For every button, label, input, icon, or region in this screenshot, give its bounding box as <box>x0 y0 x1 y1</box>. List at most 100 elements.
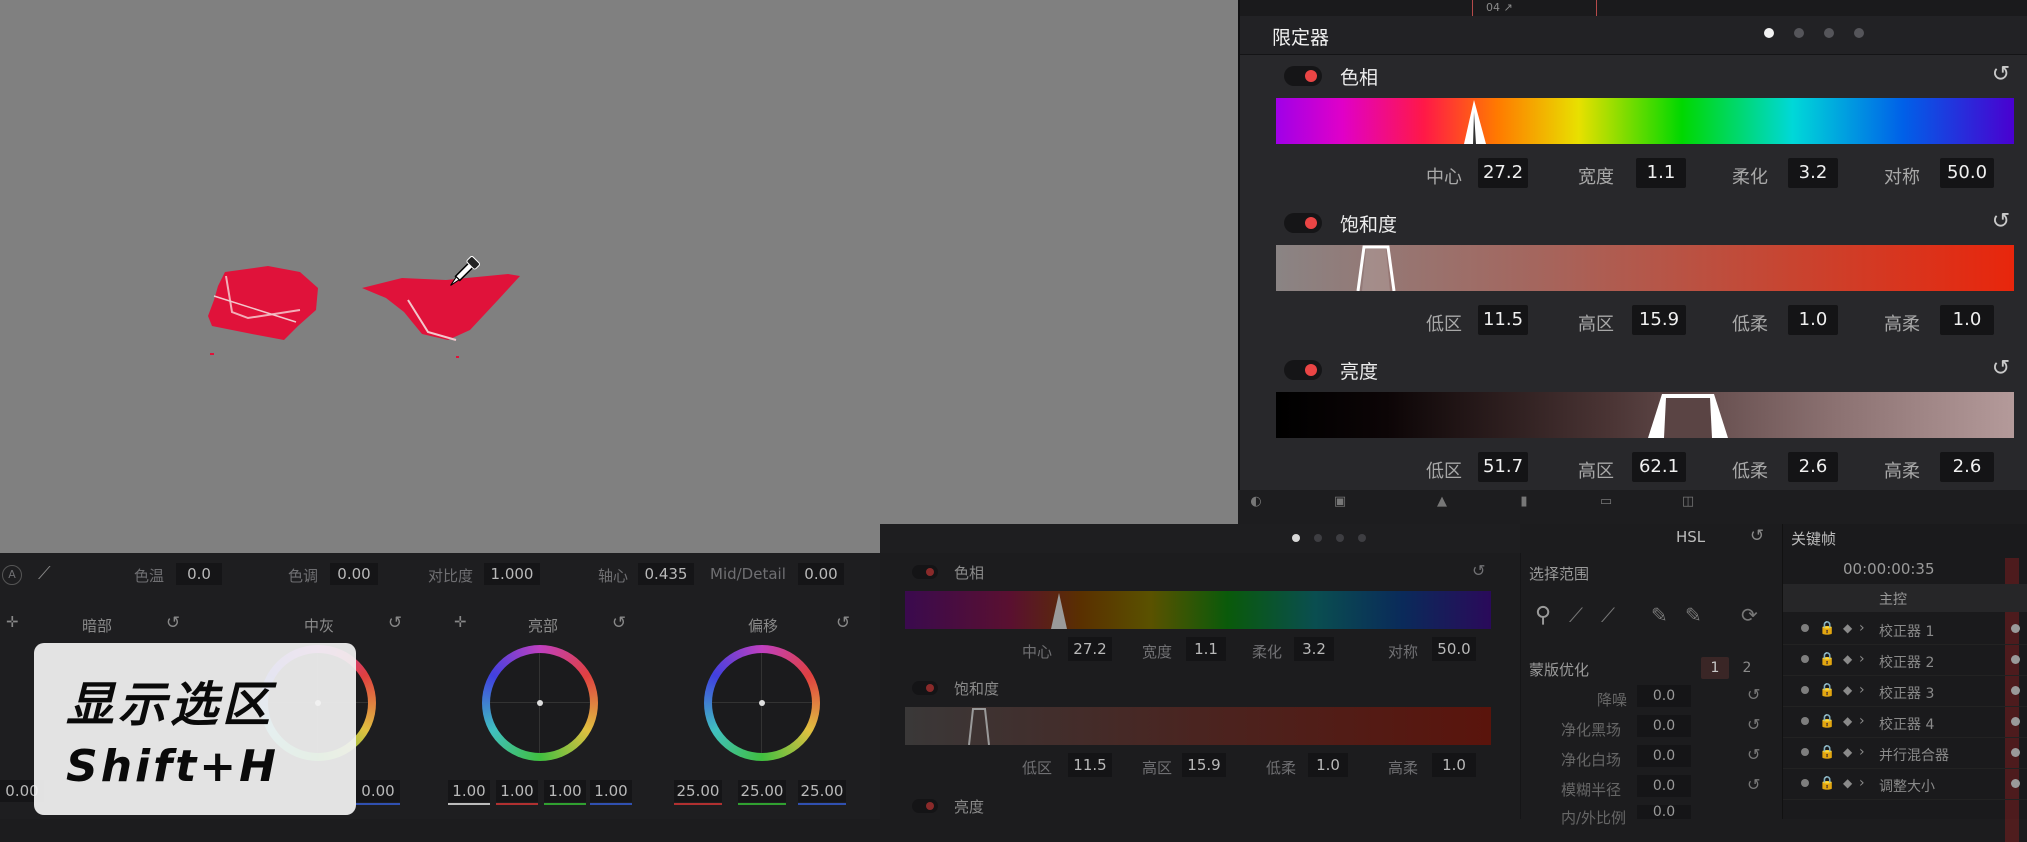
palette-tab-icon-5[interactable]: ▭ <box>1588 494 1624 518</box>
sat-high-input[interactable]: 15.9 <box>1632 305 1686 335</box>
midtones-value-b[interactable]: 0.00 <box>356 780 400 802</box>
sat-highsoft-input[interactable]: 1.0 <box>1940 305 1994 335</box>
lum-lowsoft-input[interactable]: 2.6 <box>1788 452 1838 482</box>
keyframe-track-4[interactable]: 🔒 ◆ › 校正器 4 <box>1783 709 2027 738</box>
highlights-wheel[interactable] <box>482 645 598 761</box>
clean-white-input[interactable]: 0.0 <box>1637 745 1691 767</box>
offset-value-b[interactable]: 25.00 <box>798 780 846 802</box>
hue-soft-input[interactable]: 3.2 <box>1788 158 1838 188</box>
page-dot-1[interactable] <box>1764 28 1774 38</box>
hue-toggle[interactable] <box>1284 66 1322 86</box>
offset-reset-icon[interactable]: ↺ <box>836 613 850 633</box>
saturation-bar[interactable] <box>1276 245 2014 291</box>
hsl-sat-low-input[interactable]: 11.5 <box>1068 753 1112 777</box>
soften-plus-icon[interactable]: ✎ <box>1685 603 1702 627</box>
hsl-hue-bar[interactable] <box>905 591 1491 629</box>
lum-highsoft-input[interactable]: 2.6 <box>1940 452 1994 482</box>
keyframe-track-5[interactable]: 🔒 ◆ › 并行混合器 <box>1783 740 2027 769</box>
lock-icon[interactable]: 🔒 <box>1819 745 1835 760</box>
picker-minus-icon[interactable]: ⟋ <box>1569 603 1583 627</box>
page-dot-3[interactable] <box>1824 28 1834 38</box>
palette-tab-icon-2[interactable]: ▣ <box>1322 494 1358 518</box>
hsl-hue-center-input[interactable]: 27.2 <box>1068 637 1112 661</box>
luminance-bar[interactable] <box>1276 392 2014 438</box>
hsl-lum-toggle[interactable] <box>912 799 938 813</box>
palette-tab-icon-4[interactable]: ▮ <box>1506 494 1542 518</box>
invert-icon[interactable]: ⟳ <box>1741 603 1758 627</box>
hue-bar[interactable] <box>1276 98 2014 144</box>
hue-reset-icon[interactable]: ↺ <box>1988 62 2014 88</box>
hsl-sat-highsoft-input[interactable]: 1.0 <box>1432 753 1476 777</box>
offset-value-g[interactable]: 25.00 <box>738 780 786 802</box>
temp-input[interactable]: 0.0 <box>176 563 222 585</box>
midtones-reset-icon[interactable]: ↺ <box>388 613 402 633</box>
contrast-input[interactable]: 1.000 <box>484 563 540 585</box>
highlights-value-b[interactable]: 1.00 <box>590 780 632 802</box>
highlights-reset-icon[interactable]: ↺ <box>612 613 626 633</box>
tint-input[interactable]: 0.00 <box>330 563 378 585</box>
picker-plus-icon[interactable]: ⟋ <box>1601 603 1615 627</box>
hue-sym-input[interactable]: 50.0 <box>1940 158 1994 188</box>
page-dot-2[interactable] <box>1794 28 1804 38</box>
highlights-value-y[interactable]: 1.00 <box>448 780 490 802</box>
clean-black-reset-icon[interactable]: ↺ <box>1747 715 1760 734</box>
crosshair-icon[interactable]: ✛ <box>6 613 19 631</box>
clean-white-reset-icon[interactable]: ↺ <box>1747 745 1760 764</box>
saturation-toggle[interactable] <box>1284 213 1322 233</box>
keyframe-track-2[interactable]: 🔒 ◆ › 校正器 2 <box>1783 647 2027 676</box>
highlights-value-r[interactable]: 1.00 <box>496 780 538 802</box>
lock-icon[interactable]: 🔒 <box>1819 621 1835 636</box>
lock-icon[interactable]: 🔒 <box>1819 714 1835 729</box>
hsl-page-dot-2[interactable] <box>1314 534 1322 542</box>
hsl-page-dot-1[interactable] <box>1292 534 1300 542</box>
auto-balance-icon[interactable]: A <box>2 565 22 585</box>
lum-high-input[interactable]: 62.1 <box>1632 452 1686 482</box>
palette-tab-icon-1[interactable]: ◐ <box>1238 494 1274 518</box>
hsl-hue-toggle[interactable] <box>912 565 938 579</box>
hsl-page-dot-3[interactable] <box>1336 534 1344 542</box>
hsl-hue-soft-input[interactable]: 3.2 <box>1294 637 1334 661</box>
hsl-hue-width-input[interactable]: 1.1 <box>1186 637 1226 661</box>
blur-radius-input[interactable]: 0.0 <box>1637 775 1691 797</box>
picker-icon[interactable]: ⚲ <box>1535 603 1551 628</box>
palette-tab-icon-3[interactable]: ▲ <box>1424 494 1460 518</box>
luminance-reset-icon[interactable]: ↺ <box>1988 356 2014 382</box>
lock-icon[interactable]: 🔒 <box>1819 776 1835 791</box>
lock-icon[interactable]: 🔒 <box>1819 683 1835 698</box>
highlights-value-g[interactable]: 1.00 <box>544 780 586 802</box>
luminance-toggle[interactable] <box>1284 360 1322 380</box>
page-dot-4[interactable] <box>1854 28 1864 38</box>
hue-center-input[interactable]: 27.2 <box>1478 158 1528 188</box>
hsl-sat-lowsoft-input[interactable]: 1.0 <box>1308 753 1348 777</box>
eyedropper-icon[interactable]: ⟋ <box>38 563 51 584</box>
viewer[interactable] <box>0 0 1238 553</box>
saturation-reset-icon[interactable]: ↺ <box>1988 209 2014 235</box>
keyframe-track-6[interactable]: 🔒 ◆ › 调整大小 <box>1783 771 2027 800</box>
denoise-input[interactable]: 0.0 <box>1637 685 1691 707</box>
clean-black-input[interactable]: 0.0 <box>1637 715 1691 737</box>
in-out-ratio-input[interactable]: 0.0 <box>1637 805 1691 819</box>
hsl-reset-icon[interactable]: ↺ <box>1750 526 1764 546</box>
blur-radius-reset-icon[interactable]: ↺ <box>1747 775 1760 794</box>
offset-value-r[interactable]: 25.00 <box>674 780 722 802</box>
keyframe-track-1[interactable]: 🔒 ◆ › 校正器 1 <box>1783 616 2027 645</box>
hue-width-input[interactable]: 1.1 <box>1636 158 1686 188</box>
hsl-page-dot-4[interactable] <box>1358 534 1366 542</box>
keyframe-master-row[interactable]: 主控 <box>1783 584 2027 612</box>
denoise-reset-icon[interactable]: ↺ <box>1747 685 1760 704</box>
shadows-reset-icon[interactable]: ↺ <box>166 613 180 633</box>
crosshair-icon-2[interactable]: ✛ <box>454 613 467 631</box>
keyframe-track-3[interactable]: 🔒 ◆ › 校正器 3 <box>1783 678 2027 707</box>
hsl-hue-reset-icon[interactable]: ↺ <box>1472 561 1485 580</box>
pivot-input[interactable]: 0.435 <box>638 563 694 585</box>
matte-tab-1[interactable]: 1 <box>1701 657 1729 679</box>
matte-tab-2[interactable]: 2 <box>1733 657 1761 679</box>
palette-tab-icon-6[interactable]: ◫ <box>1670 494 1706 518</box>
lum-low-input[interactable]: 51.7 <box>1478 452 1528 482</box>
hsl-hue-sym-input[interactable]: 50.0 <box>1432 637 1476 661</box>
sat-lowsoft-input[interactable]: 1.0 <box>1788 305 1838 335</box>
hsl-sat-high-input[interactable]: 15.9 <box>1182 753 1226 777</box>
hsl-sat-toggle[interactable] <box>912 681 938 695</box>
soften-minus-icon[interactable]: ✎ <box>1651 603 1668 627</box>
lock-icon[interactable]: 🔒 <box>1819 652 1835 667</box>
